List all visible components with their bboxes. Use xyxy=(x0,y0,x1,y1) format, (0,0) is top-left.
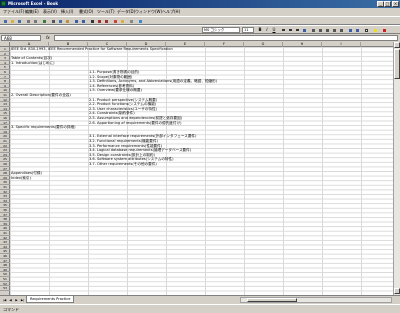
sort-descending-icon[interactable] xyxy=(103,18,109,24)
menu-bar: ファイル(F) 編集(E) 表示(V) 挿入(I) 書式(O) ツール(T) デ… xyxy=(0,8,400,16)
next-sheet-icon[interactable]: ▶ xyxy=(14,298,19,303)
row-header[interactable]: 53 xyxy=(0,286,10,291)
formula-bar: A68 fx xyxy=(0,34,400,42)
first-sheet-icon[interactable]: |◀ xyxy=(2,298,7,303)
scroll-up-arrow-icon[interactable] xyxy=(394,42,400,48)
menu-file[interactable]: ファイル(F) xyxy=(3,9,24,15)
worksheet-grid[interactable]: A B C D E F G H I 1 2 3 4 5 6 7 8 9 10 11 12 13 14 15 1… xyxy=(0,42,393,295)
menu-format[interactable]: 書式(O) xyxy=(79,9,93,15)
cell-a29[interactable]: Index(索引) xyxy=(11,176,31,181)
cell-c26[interactable]: 3.7. Other requirements(その他の要件) xyxy=(89,162,157,167)
align-right-icon[interactable] xyxy=(294,27,300,33)
menu-window[interactable]: ウィンドウ(W) xyxy=(135,9,162,15)
fill-color-icon[interactable] xyxy=(372,27,378,33)
menu-edit[interactable]: 編集(E) xyxy=(25,9,39,15)
underline-button[interactable]: U xyxy=(271,27,277,33)
borders-icon[interactable] xyxy=(363,27,369,33)
save-icon[interactable] xyxy=(16,18,22,24)
font-color-icon[interactable] xyxy=(381,27,387,33)
redo-icon[interactable] xyxy=(80,18,86,24)
close-button[interactable]: × xyxy=(392,1,399,7)
column-header-g[interactable]: G xyxy=(244,42,283,47)
horizontal-scroll-thumb[interactable] xyxy=(247,298,297,302)
sheet-tab-bar: |◀ ◀ ▶ ▶| Requirements Practice xyxy=(0,295,400,304)
menu-insert[interactable]: 挿入(I) xyxy=(61,9,73,15)
increase-indent-icon[interactable] xyxy=(354,27,360,33)
merge-center-icon[interactable] xyxy=(301,27,307,33)
insert-function-icon[interactable]: fx xyxy=(46,35,50,40)
formula-input[interactable] xyxy=(54,35,398,41)
cell-a1[interactable]: IEEE Std. 830-1993, IEEE Recommended Pra… xyxy=(11,47,173,52)
percent-icon[interactable] xyxy=(317,27,323,33)
decrease-decimal-icon[interactable] xyxy=(338,27,344,33)
zoom-icon[interactable] xyxy=(128,18,134,24)
font-name-select[interactable]: MS ゴシック xyxy=(202,27,240,33)
menu-data[interactable]: データ(D) xyxy=(117,9,135,15)
standard-toolbar xyxy=(0,16,400,25)
status-bar: コマンド xyxy=(0,304,400,313)
font-size-select[interactable]: 11 xyxy=(242,27,254,33)
window-title: Microsoft Excel - Book xyxy=(8,1,59,6)
prev-sheet-icon[interactable]: ◀ xyxy=(8,298,13,303)
menu-view[interactable]: 表示(V) xyxy=(43,9,57,15)
paste-icon[interactable] xyxy=(64,18,70,24)
align-left-icon[interactable] xyxy=(280,27,286,33)
cell-c17[interactable]: 2.6. Apportioning of requirements(要件の優先度… xyxy=(89,121,182,126)
formatting-toolbar: MS ゴシック 11 B I U xyxy=(0,25,400,34)
last-sheet-icon[interactable]: ▶| xyxy=(20,298,25,303)
spell-check-icon[interactable] xyxy=(41,18,47,24)
align-center-icon[interactable] xyxy=(287,27,293,33)
menu-tools[interactable]: ツール(T) xyxy=(97,9,115,15)
maximize-button[interactable]: □ xyxy=(384,1,391,7)
italic-button[interactable]: I xyxy=(264,27,270,33)
print-preview-icon[interactable] xyxy=(32,18,38,24)
scroll-down-arrow-icon[interactable] xyxy=(394,288,400,294)
currency-icon[interactable] xyxy=(310,27,316,33)
row-headers: 1 2 3 4 5 6 7 8 9 10 11 12 13 14 15 16 17 18 19 20 21 22 23 24 2… xyxy=(0,47,10,295)
autosum-icon[interactable] xyxy=(89,18,95,24)
print-icon[interactable] xyxy=(25,18,31,24)
increase-decimal-icon[interactable] xyxy=(331,27,337,33)
drawing-icon[interactable] xyxy=(119,18,125,24)
cell-c10[interactable]: 1.5. Overview(要求仕様の概要) xyxy=(89,88,142,93)
cut-icon[interactable] xyxy=(50,18,56,24)
cell-a11[interactable]: 2. Overall Description(要件の全容) xyxy=(11,93,71,98)
title-bar: Microsoft Excel - Book _ □ × xyxy=(0,0,400,8)
sheet-tab-active[interactable]: Requirements Practice xyxy=(26,296,75,303)
column-header-i[interactable]: I xyxy=(322,42,361,47)
chart-wizard-icon[interactable] xyxy=(112,18,118,24)
comma-style-icon[interactable] xyxy=(324,27,330,33)
status-text: コマンド xyxy=(3,307,19,312)
copy-icon[interactable] xyxy=(57,18,63,24)
vertical-scroll-thumb[interactable] xyxy=(394,49,400,79)
help-icon[interactable] xyxy=(137,18,143,24)
horizontal-scrollbar[interactable] xyxy=(240,297,392,303)
name-box[interactable]: A68 xyxy=(1,35,41,41)
menu-help[interactable]: ヘルプ(H) xyxy=(162,9,180,15)
vertical-scrollbar[interactable] xyxy=(393,42,400,295)
cell-a4[interactable]: 1. Introduction(はじめに) xyxy=(11,61,55,66)
new-file-icon[interactable] xyxy=(2,18,8,24)
minimize-button[interactable]: _ xyxy=(377,1,384,7)
open-file-icon[interactable] xyxy=(9,18,15,24)
cell-a18[interactable]: 3. Specific requirements(要件の詳細) xyxy=(11,125,76,130)
sort-ascending-icon[interactable] xyxy=(96,18,102,24)
bold-button[interactable]: B xyxy=(257,27,263,33)
column-header-f[interactable]: F xyxy=(205,42,244,47)
column-header-h[interactable]: H xyxy=(283,42,322,47)
decrease-indent-icon[interactable] xyxy=(347,27,353,33)
excel-app-icon[interactable] xyxy=(1,1,6,6)
undo-icon[interactable] xyxy=(73,18,79,24)
